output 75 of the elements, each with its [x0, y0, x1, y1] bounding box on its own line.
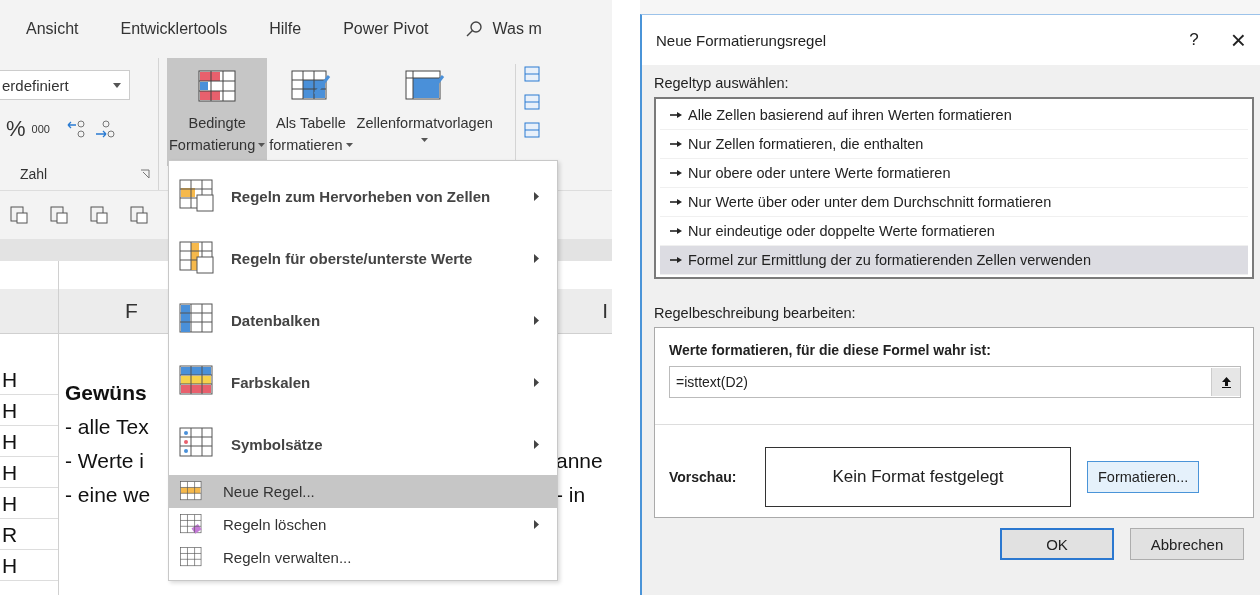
- menu-item[interactable]: Regeln verwalten...: [169, 541, 557, 574]
- table-cell: H: [0, 364, 58, 395]
- arrow-icon: [670, 227, 682, 235]
- arrow-icon: [670, 140, 682, 148]
- collapse-button[interactable]: [1211, 368, 1240, 396]
- ribbon-tab[interactable]: Entwicklertools: [120, 20, 228, 38]
- table-cell: H: [0, 550, 58, 581]
- dialog-launcher-icon[interactable]: [140, 169, 150, 179]
- list-item[interactable]: Formel zur Ermittlung der zu formatierenden Zellen verwenden: [660, 246, 1248, 275]
- list-item[interactable]: Nur Zellen formatieren, die enthalten: [660, 130, 1248, 159]
- cell-text: - Werte i: [65, 448, 144, 474]
- menu-item[interactable]: Regeln zum Hervorheben von Zellen: [169, 165, 557, 227]
- menu-item[interactable]: Symbolsätze: [169, 413, 557, 475]
- number-format-button[interactable]: 000: [31, 123, 50, 135]
- cells-icon[interactable]: [523, 122, 540, 138]
- cells-icon[interactable]: [523, 66, 540, 82]
- toolbar-icon[interactable]: [88, 204, 110, 226]
- cell-text: - eine we: [65, 482, 151, 508]
- help-button[interactable]: ?: [1183, 24, 1205, 56]
- grid-icon: [179, 179, 217, 213]
- table-brush-icon: [290, 70, 331, 102]
- preview-label: Vorschau:: [669, 469, 738, 485]
- cancel-button[interactable]: Abbrechen: [1130, 528, 1244, 560]
- highlighted-grid-icon: [198, 70, 237, 102]
- number-format-button[interactable]: %: [6, 116, 26, 142]
- cells-icon[interactable]: [523, 94, 540, 110]
- caret-icon: [113, 82, 121, 88]
- preview-box: Kein Format festgelegt: [765, 447, 1071, 507]
- menu-item[interactable]: Farbskalen: [169, 351, 557, 413]
- search-icon: [464, 20, 483, 38]
- section-label: Regeltyp auswählen:: [654, 75, 790, 91]
- toolbar-icon[interactable]: [8, 204, 30, 226]
- cell-text: Gewüns: [65, 380, 147, 406]
- arrow-icon: [670, 198, 682, 206]
- arrow-icon: [670, 256, 682, 264]
- list-item[interactable]: Nur Werte über oder unter dem Durchschnitt formatieren: [660, 188, 1248, 217]
- group-label: Zahl: [20, 166, 48, 182]
- grid-icon: [179, 480, 205, 503]
- menu-item[interactable]: Regeln für oberste/unterste Werte: [169, 227, 557, 289]
- section-label: Regelbeschreibung bearbeiten:: [654, 305, 857, 321]
- toolbar-icon[interactable]: [128, 204, 150, 226]
- menu-item[interactable]: Neue Regel...: [169, 475, 557, 508]
- table-cell: H: [0, 395, 58, 426]
- close-button[interactable]: ×: [1224, 24, 1252, 56]
- formula-label: Werte formatieren, für die diese Formel wahr ist:: [669, 342, 992, 358]
- upload-arrow-icon: [1220, 376, 1232, 388]
- formula-field[interactable]: =isttext(D2): [669, 366, 1241, 398]
- increase-decimal-icon[interactable]: [65, 119, 88, 139]
- table-cell: H: [0, 488, 58, 519]
- list-item[interactable]: Alle Zellen basierend auf ihren Werten formatieren: [660, 101, 1248, 130]
- format-button[interactable]: Formatieren...: [1087, 461, 1200, 493]
- tell-me-field[interactable]: Was m: [492, 20, 542, 38]
- decrease-decimal-icon[interactable]: [93, 119, 116, 139]
- grid-icon: [179, 546, 205, 569]
- number-format-dropdown[interactable]: erdefiniert: [0, 70, 130, 100]
- dialog-title: Neue Formatierungsregel: [656, 31, 827, 49]
- ribbon-tab[interactable]: Power Pivot: [343, 20, 429, 38]
- cell-text: anne: [556, 448, 603, 474]
- table-cell: R: [0, 519, 58, 550]
- eraser-grid-icon: [179, 513, 205, 536]
- grid-icon: [179, 241, 217, 275]
- menu-item[interactable]: Regeln löschen: [169, 508, 557, 541]
- arrow-icon: [670, 111, 682, 119]
- toolbar-icon[interactable]: [48, 204, 70, 226]
- cell-text: - alle Tex: [65, 414, 149, 440]
- table-cell: H: [0, 426, 58, 457]
- ribbon-tab[interactable]: Ansicht: [26, 20, 79, 38]
- table-cell: H: [0, 457, 58, 488]
- list-item[interactable]: Nur obere oder untere Werte formatieren: [660, 159, 1248, 188]
- ribbon-button[interactable]: Bedingte Formatierung: [167, 58, 268, 166]
- ribbon-tab[interactable]: Hilfe: [269, 20, 302, 38]
- cell-brush-icon: [404, 70, 445, 102]
- column-header: I: [556, 289, 612, 334]
- arrow-icon: [670, 169, 682, 177]
- ok-button[interactable]: OK: [1000, 528, 1114, 560]
